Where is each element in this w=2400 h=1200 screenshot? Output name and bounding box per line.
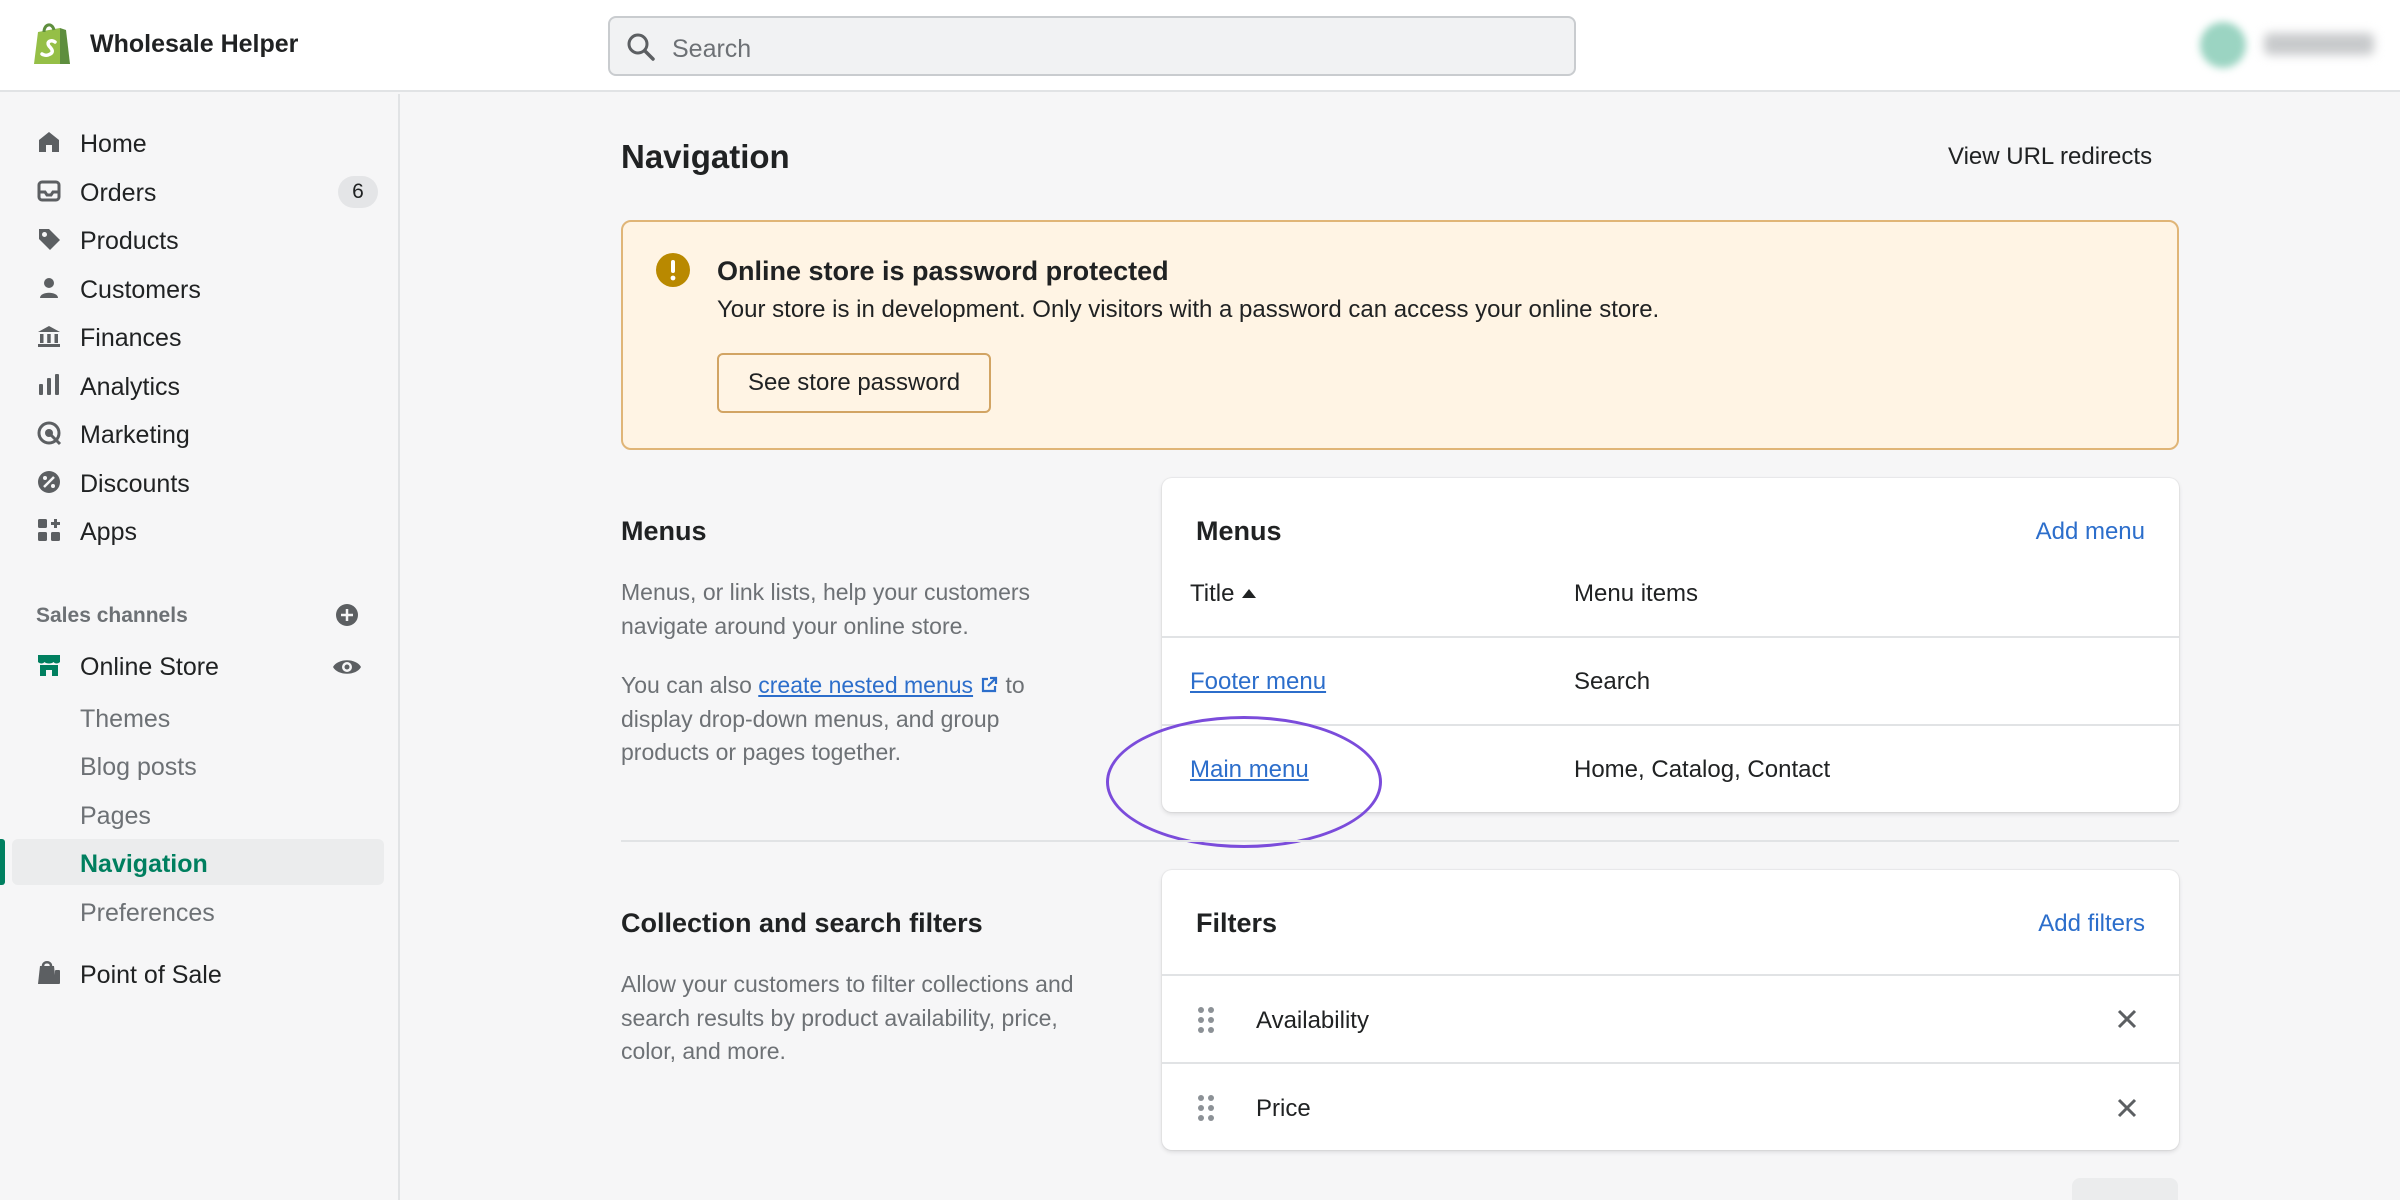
avatar[interactable] <box>2200 22 2246 68</box>
menus-section-description: Menus, or link lists, help your customer… <box>621 579 1031 639</box>
store-icon <box>36 652 62 678</box>
orders-icon <box>36 178 62 204</box>
password-warning-banner: Online store is password protected Your … <box>621 220 2179 450</box>
bank-icon <box>36 323 62 349</box>
sidebar-item-label: Point of Sale <box>80 961 222 989</box>
banner-text: Your store is in development. Only visit… <box>717 296 1660 323</box>
sidebar-item-apps[interactable]: Apps <box>12 507 384 553</box>
bar-chart-icon <box>36 372 62 398</box>
sidebar-item-online-store[interactable]: Online Store <box>12 642 384 688</box>
eye-icon[interactable] <box>332 656 362 678</box>
active-indicator <box>0 839 5 885</box>
sidebar-item-marketing[interactable]: Marketing <box>12 410 384 456</box>
menus-card-title: Menus <box>1196 516 1282 546</box>
annotation-circle <box>1106 716 1382 848</box>
main-menu-items: Home, Catalog, Contact <box>1574 756 1831 783</box>
sales-channels-heading: Sales channels <box>36 604 188 627</box>
search-icon <box>626 32 656 62</box>
sidebar-subitem-label: Preferences <box>80 899 215 927</box>
person-icon <box>36 275 62 301</box>
sidebar-item-label: Products <box>80 227 179 255</box>
table-divider <box>1162 974 2179 976</box>
sidebar-subitem-themes[interactable]: Themes <box>12 694 384 740</box>
shopify-bag-icon[interactable] <box>30 20 74 68</box>
sidebar-item-analytics[interactable]: Analytics <box>12 362 384 408</box>
filters-section-description: Allow your customers to filter collectio… <box>621 971 1074 1064</box>
search-input[interactable]: Search <box>608 16 1576 76</box>
sidebar-item-home[interactable]: Home <box>12 119 384 165</box>
sidebar-item-orders[interactable]: Orders 6 <box>12 168 384 214</box>
target-icon <box>36 420 62 446</box>
home-icon <box>36 129 62 155</box>
nested-menus-prefix: You can also <box>621 672 759 698</box>
sidebar-item-label: Marketing <box>80 421 190 449</box>
nested-menus-description: You can also create nested menus to disp… <box>621 669 1081 770</box>
sidebar-subitem-pages[interactable]: Pages <box>12 791 384 837</box>
sidebar-subitem-label: Pages <box>80 802 151 830</box>
filter-label: Availability <box>1256 1007 1369 1034</box>
apps-icon <box>36 517 62 543</box>
discount-icon <box>36 469 62 495</box>
sidebar-item-label: Apps <box>80 518 137 546</box>
drag-handle-icon[interactable] <box>1196 1094 1216 1122</box>
partial-button[interactable] <box>2072 1178 2178 1200</box>
sidebar-item-label: Analytics <box>80 373 181 401</box>
sidebar-item-label: Online Store <box>80 653 219 681</box>
sidebar-item-label: Orders <box>80 179 157 207</box>
sidebar-subitem-navigation[interactable]: Navigation <box>0 839 384 885</box>
drag-handle-icon[interactable] <box>1196 1006 1216 1034</box>
title-column-label: Title <box>1190 580 1235 607</box>
sidebar-item-point-of-sale[interactable]: Point of Sale <box>12 950 384 996</box>
table-divider <box>1162 1062 2179 1064</box>
user-name-blurred[interactable] <box>2264 33 2374 55</box>
sidebar-item-label: Customers <box>80 276 201 304</box>
filter-label: Price <box>1256 1095 1311 1122</box>
filters-section-heading: Collection and search filters <box>621 908 983 938</box>
top-bar: Wholesale Helper Search <box>0 0 2400 92</box>
menus-section-heading: Menus <box>621 516 707 546</box>
sidebar-item-finances[interactable]: Finances <box>12 313 384 359</box>
external-link-icon[interactable] <box>979 675 999 695</box>
pos-icon <box>36 960 62 986</box>
sidebar-subitem-preferences[interactable]: Preferences <box>12 888 384 934</box>
menu-items-column-header: Menu items <box>1574 580 1699 607</box>
sidebar-subitem-label: Themes <box>80 705 171 733</box>
sidebar-item-label: Finances <box>80 324 182 352</box>
create-nested-menus-link[interactable]: create nested menus <box>758 672 973 698</box>
add-channel-icon[interactable] <box>334 602 360 628</box>
title-column-header[interactable]: Title <box>1190 580 1257 608</box>
view-url-redirects-button[interactable]: View URL redirects <box>1948 143 2152 171</box>
add-filters-button[interactable]: Add filters <box>2038 910 2145 938</box>
sidebar-item-label: Discounts <box>80 470 190 498</box>
sidebar-item-discounts[interactable]: Discounts <box>12 459 384 505</box>
sidebar: Home Orders 6 Products Customers Finance… <box>0 94 400 1200</box>
remove-filter-icon[interactable] <box>2116 1008 2138 1030</box>
sidebar-item-customers[interactable]: Customers <box>12 265 384 311</box>
sidebar-item-products[interactable]: Products <box>12 216 384 262</box>
sidebar-subitem-label: Navigation <box>80 850 208 878</box>
tag-icon <box>36 226 62 252</box>
sidebar-subitem-label: Blog posts <box>80 753 197 781</box>
store-name[interactable]: Wholesale Helper <box>90 30 298 59</box>
footer-menu-link[interactable]: Footer menu <box>1190 668 1326 696</box>
page-title: Navigation <box>621 138 790 175</box>
remove-filter-icon[interactable] <box>2116 1097 2138 1119</box>
filters-card-title: Filters <box>1196 908 1278 938</box>
sidebar-item-label: Home <box>80 130 147 158</box>
add-menu-button[interactable]: Add menu <box>2036 518 2145 546</box>
search-placeholder: Search <box>672 35 752 63</box>
section-divider <box>621 840 2179 842</box>
table-divider <box>1162 636 2179 638</box>
see-store-password-button[interactable]: See store password <box>717 353 991 413</box>
orders-count-badge: 6 <box>338 176 378 208</box>
warning-icon <box>655 252 691 288</box>
footer-menu-items: Search <box>1574 668 1651 695</box>
banner-title: Online store is password protected <box>717 256 1169 286</box>
sort-ascending-icon <box>1242 589 1257 598</box>
sidebar-subitem-blog-posts[interactable]: Blog posts <box>12 742 384 788</box>
